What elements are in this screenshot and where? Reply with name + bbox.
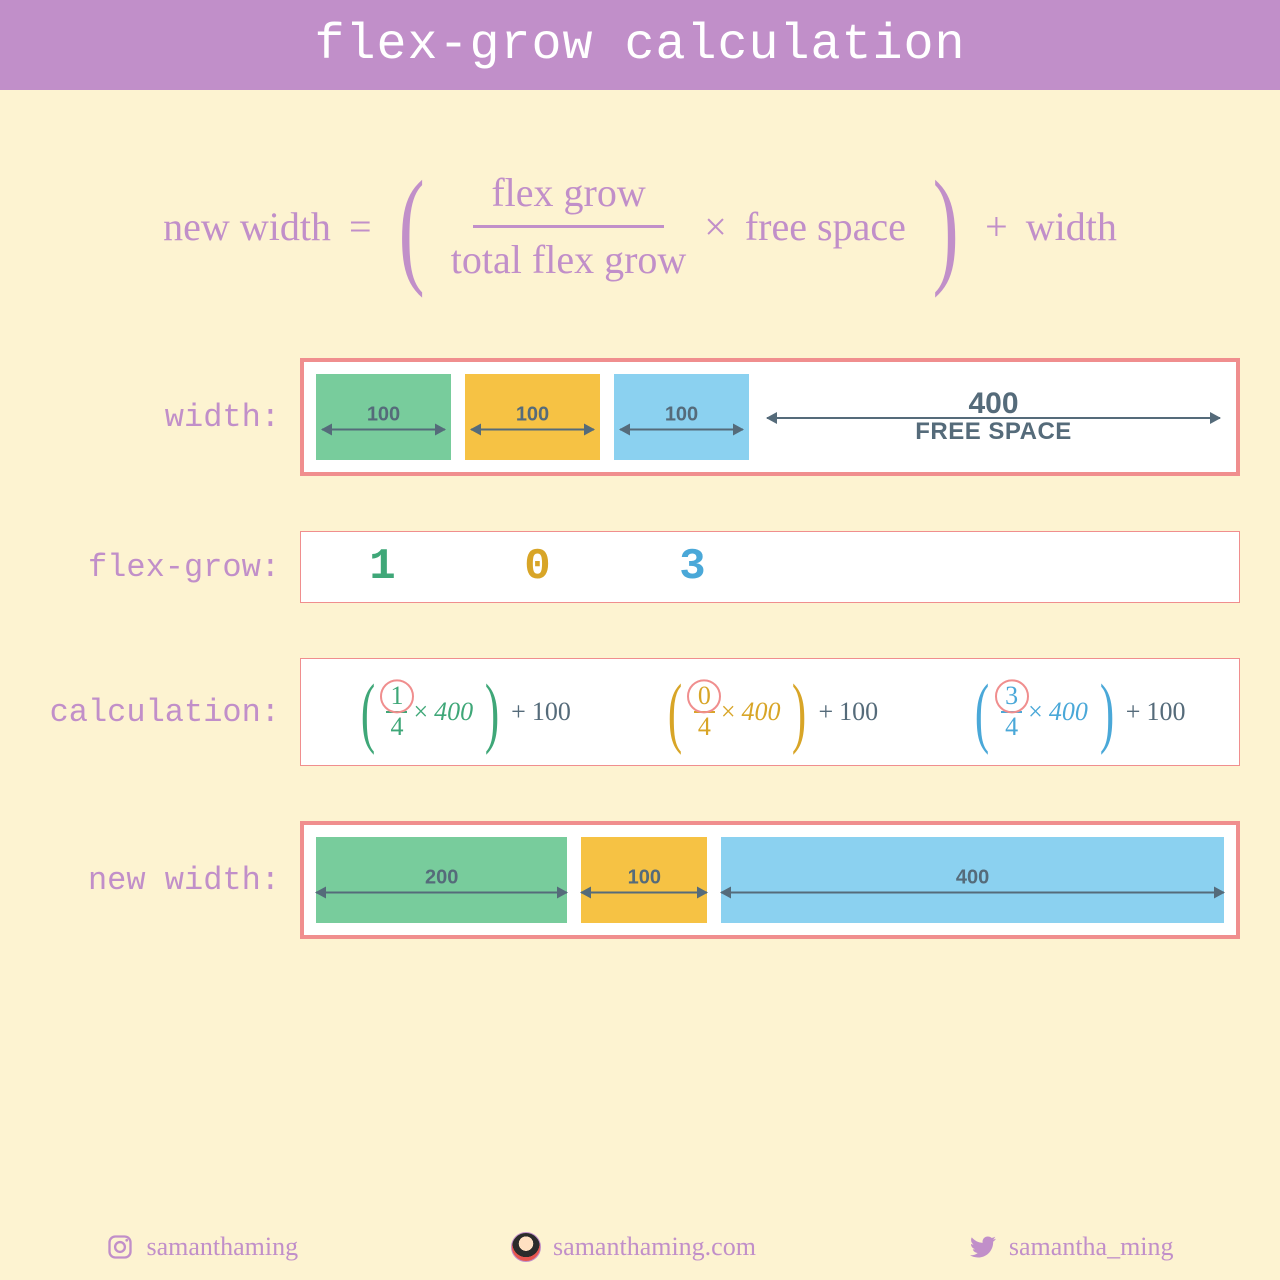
- new-width-yellow-value: 100: [628, 867, 661, 890]
- formula-lhs: new width: [163, 203, 331, 250]
- calc-yellow: ( 04 × 400 ) + 100: [662, 682, 878, 741]
- instagram-handle: samanthaming: [106, 1232, 298, 1262]
- footer: samanthaming samanthaming.com samantha_m…: [0, 1232, 1280, 1262]
- calc-blue: ( 34 × 400 ) + 100: [969, 682, 1185, 741]
- formula-factor: free space: [745, 203, 906, 250]
- avatar-icon: [511, 1232, 541, 1262]
- twitter-handle: samantha_ming: [969, 1232, 1174, 1262]
- width-label: width:: [0, 399, 300, 436]
- flex-grow-container: 1 0 3: [300, 531, 1240, 603]
- calculation-label: calculation:: [0, 694, 300, 731]
- new-width-blue: 400: [721, 837, 1224, 923]
- width-container: 100 100 100 400 FREE SPACE: [300, 358, 1240, 476]
- calculation-container: ( 14 × 400 ) + 100 ( 04 × 400 ) + 100 ( …: [300, 658, 1240, 766]
- formula: new width = ( flex grow total flex grow …: [0, 165, 1280, 288]
- new-width-green-value: 200: [425, 867, 458, 890]
- formula-rhs: width: [1026, 203, 1117, 250]
- flex-grow-yellow: 0: [460, 542, 615, 592]
- fraction-numerator: flex grow: [473, 165, 663, 228]
- flex-grow-green: 1: [305, 542, 460, 592]
- width-box-blue: 100: [614, 374, 749, 460]
- fraction-denominator: total flex grow: [451, 228, 687, 288]
- width-box-green: 100: [316, 374, 451, 460]
- flex-grow-blue: 3: [615, 542, 770, 592]
- free-space-label: FREE SPACE: [915, 419, 1072, 445]
- instagram-icon: [106, 1233, 134, 1261]
- flex-grow-label: flex-grow:: [0, 549, 300, 586]
- width-blue-value: 100: [665, 404, 698, 427]
- plus-sign: +: [985, 203, 1008, 250]
- new-width-yellow: 100: [581, 837, 707, 923]
- width-green-value: 100: [367, 404, 400, 427]
- free-space-region: 400 FREE SPACE: [763, 374, 1224, 460]
- times-sign: ×: [704, 203, 727, 250]
- new-width-label: new width:: [0, 862, 300, 899]
- twitter-icon: [969, 1233, 997, 1261]
- new-width-blue-value: 400: [956, 867, 989, 890]
- width-yellow-value: 100: [516, 404, 549, 427]
- free-space-value: 400: [968, 389, 1018, 419]
- page-title: flex-grow calculation: [0, 0, 1280, 90]
- calc-green: ( 14 × 400 ) + 100: [355, 682, 571, 741]
- new-width-container: 200 100 400: [300, 821, 1240, 939]
- website-link: samanthaming.com: [511, 1232, 756, 1262]
- new-width-green: 200: [316, 837, 567, 923]
- fraction: flex grow total flex grow: [451, 165, 687, 288]
- width-box-yellow: 100: [465, 374, 600, 460]
- equals-sign: =: [349, 203, 372, 250]
